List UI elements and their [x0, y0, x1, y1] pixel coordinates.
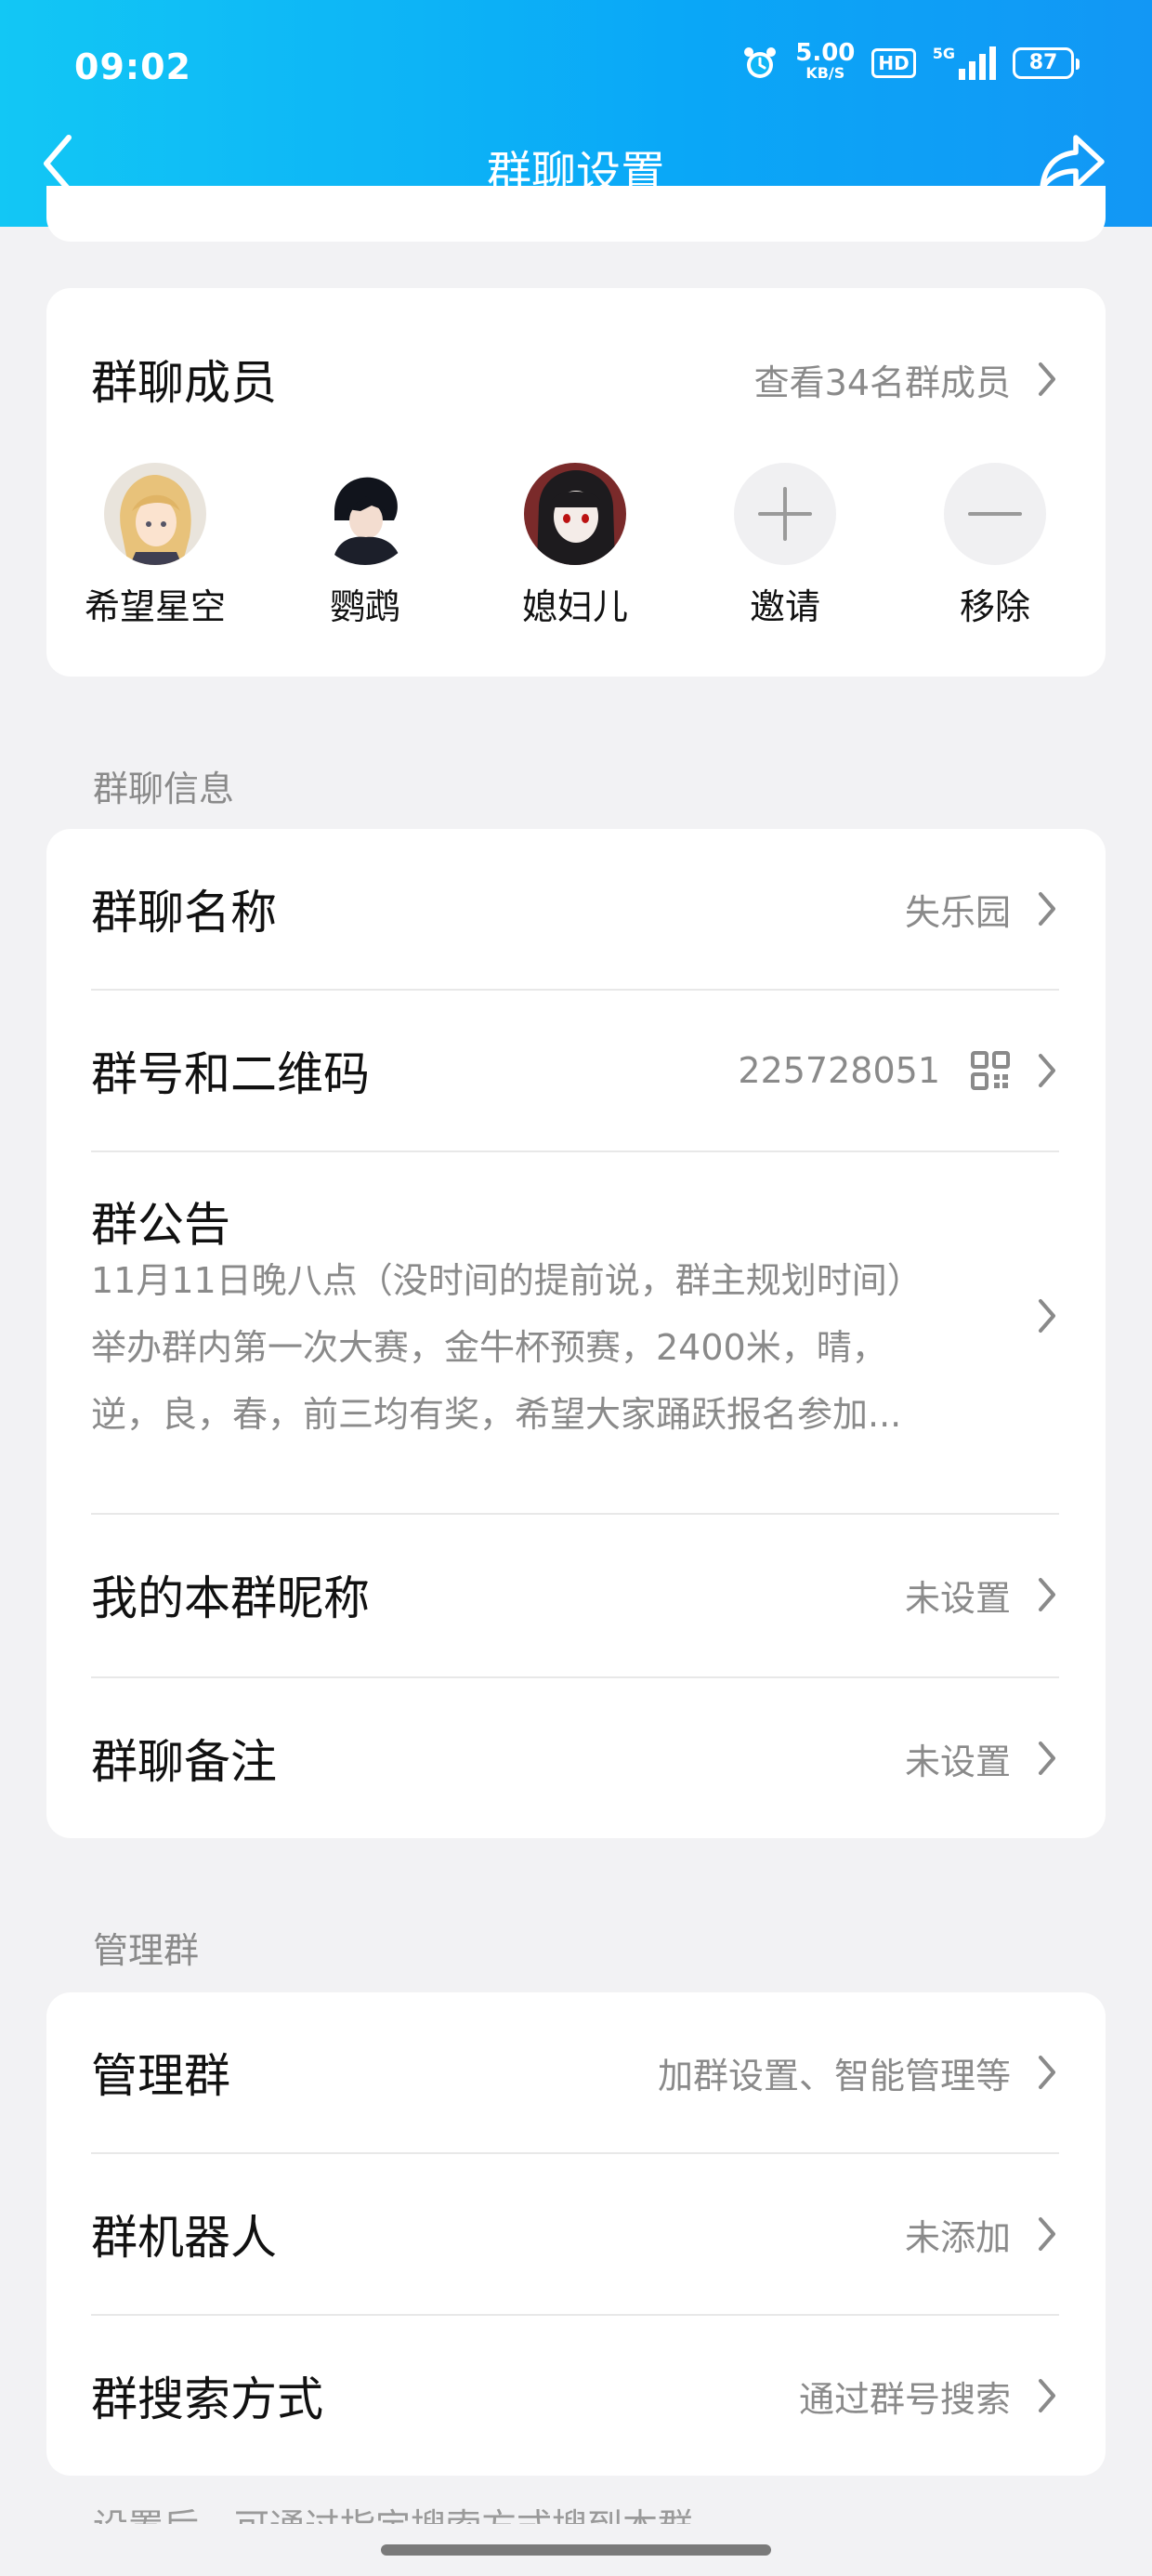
network-type: 5G — [932, 45, 955, 62]
manage-group-value: 加群设置、智能管理等 — [657, 2055, 1011, 2096]
members-card: 群聊成员 查看34名群成员 希望星空 鹦鹉 媳妇儿 邀请 移除 — [46, 288, 1106, 677]
member-name: 希望星空 — [84, 586, 226, 627]
member-name: 鹦鹉 — [329, 586, 400, 627]
chevron-right-icon — [1039, 1299, 1055, 1333]
chevron-right-icon — [1039, 2056, 1055, 2089]
invite-member-button[interactable]: 邀请 — [701, 463, 869, 629]
avatar-blonde-anime — [104, 463, 206, 565]
chevron-right-icon — [1039, 892, 1055, 926]
group-remark-row[interactable]: 群聊备注 未设置 — [91, 1678, 1059, 1838]
group-number-value: 225728051 — [738, 1050, 940, 1091]
view-all-members-label: 查看34名群成员 — [753, 361, 1011, 403]
previous-card — [46, 186, 1106, 242]
members-title: 群聊成员 — [91, 356, 277, 410]
remove-member-button[interactable]: 移除 — [911, 463, 1079, 629]
member-avatar — [524, 463, 626, 565]
members-header-row[interactable]: 群聊成员 查看34名群成员 — [91, 342, 1059, 416]
group-robot-label: 群机器人 — [91, 2211, 277, 2265]
notice-line: 11月11日晚八点（没时间的提前说，群主规划时间） — [91, 1260, 923, 1301]
my-nickname-row[interactable]: 我的本群昵称 未设置 — [91, 1515, 1059, 1675]
invite-label: 邀请 — [749, 586, 820, 627]
member-item[interactable]: 希望星空 — [72, 463, 239, 629]
group-search-value: 通过群号搜索 — [798, 2378, 1011, 2420]
manage-group-row[interactable]: 管理群 加群设置、智能管理等 — [91, 1992, 1059, 2152]
chevron-right-icon — [1039, 2379, 1055, 2412]
speed-value: 5.00 — [795, 39, 856, 67]
group-name-value: 失乐园 — [904, 891, 1011, 933]
minus-icon — [944, 463, 1046, 565]
hd-badge: HD — [871, 48, 916, 78]
home-indicator[interactable] — [381, 2544, 771, 2556]
member-name: 媳妇儿 — [521, 586, 628, 627]
remove-label: 移除 — [959, 586, 1030, 627]
group-robot-value: 未添加 — [904, 2216, 1011, 2258]
member-item[interactable]: 媳妇儿 — [491, 463, 659, 629]
speed-unit: KB/S — [805, 64, 845, 82]
group-info-card: 群聊名称 失乐园 群号和二维码 225728051 群公告 11月11日晚八点（… — [46, 829, 1106, 1838]
group-notice-text: 11月11日晚八点（没时间的提前说，群主规划时间） 举办群内第一次大赛，金牛杯预… — [91, 1247, 1020, 1448]
manage-group-label: 管理群 — [91, 2049, 230, 2103]
my-nickname-label: 我的本群昵称 — [91, 1571, 370, 1625]
chevron-right-icon — [1039, 2217, 1055, 2251]
group-remark-label: 群聊备注 — [91, 1735, 277, 1789]
member-avatar — [314, 463, 416, 565]
avatar-black-hair-girl — [524, 463, 626, 565]
battery-level: 87 — [1028, 51, 1058, 74]
alarm-icon — [744, 47, 777, 78]
my-nickname-value: 未设置 — [904, 1577, 1011, 1619]
status-time: 09:02 — [74, 46, 191, 87]
group-name-row[interactable]: 群聊名称 失乐园 — [91, 829, 1059, 989]
group-number-row[interactable]: 群号和二维码 225728051 — [91, 991, 1059, 1150]
group-remark-value: 未设置 — [904, 1741, 1011, 1782]
chevron-right-icon — [1039, 362, 1055, 396]
group-search-row[interactable]: 群搜索方式 通过群号搜索 — [91, 2316, 1059, 2476]
avatar-dark-hair-boy — [314, 463, 416, 565]
group-search-label: 群搜索方式 — [91, 2372, 323, 2426]
group-robot-row[interactable]: 群机器人 未添加 — [91, 2154, 1059, 2314]
plus-icon — [734, 463, 836, 565]
group-name-label: 群聊名称 — [91, 886, 277, 940]
group-number-label: 群号和二维码 — [91, 1047, 370, 1101]
status-icons: 5.00 KB/S HD 5G 87 — [741, 39, 1080, 84]
battery-icon: 87 — [1013, 47, 1080, 79]
signal-icon: 5G — [933, 46, 996, 80]
notice-line: 举办群内第一次大赛，金牛杯预赛，2400米，晴， — [91, 1327, 887, 1368]
view-all-members[interactable]: 查看34名群成员 — [754, 354, 1059, 405]
network-speed: 5.00 KB/S — [795, 39, 856, 84]
chevron-right-icon — [1039, 1741, 1055, 1775]
group-notice-row[interactable]: 群公告 11月11日晚八点（没时间的提前说，群主规划时间） 举办群内第一次大赛，… — [46, 1152, 1106, 1435]
member-item[interactable]: 鹦鹉 — [281, 463, 449, 629]
chevron-right-icon — [1039, 1054, 1055, 1087]
manage-card: 管理群 加群设置、智能管理等 群机器人 未添加 群搜索方式 通过群号搜索 — [46, 1992, 1106, 2476]
group-notice-label: 群公告 — [91, 1198, 230, 1252]
chevron-right-icon — [1039, 1578, 1055, 1611]
member-avatar — [104, 463, 206, 565]
group-info-section-label: 群聊信息 — [93, 769, 235, 809]
qr-code-icon — [971, 1051, 1010, 1090]
notice-line: 逆，良，春，前三均有奖，希望大家踊跃报名参加... — [91, 1394, 902, 1435]
manage-section-label: 管理群 — [93, 1930, 200, 1971]
